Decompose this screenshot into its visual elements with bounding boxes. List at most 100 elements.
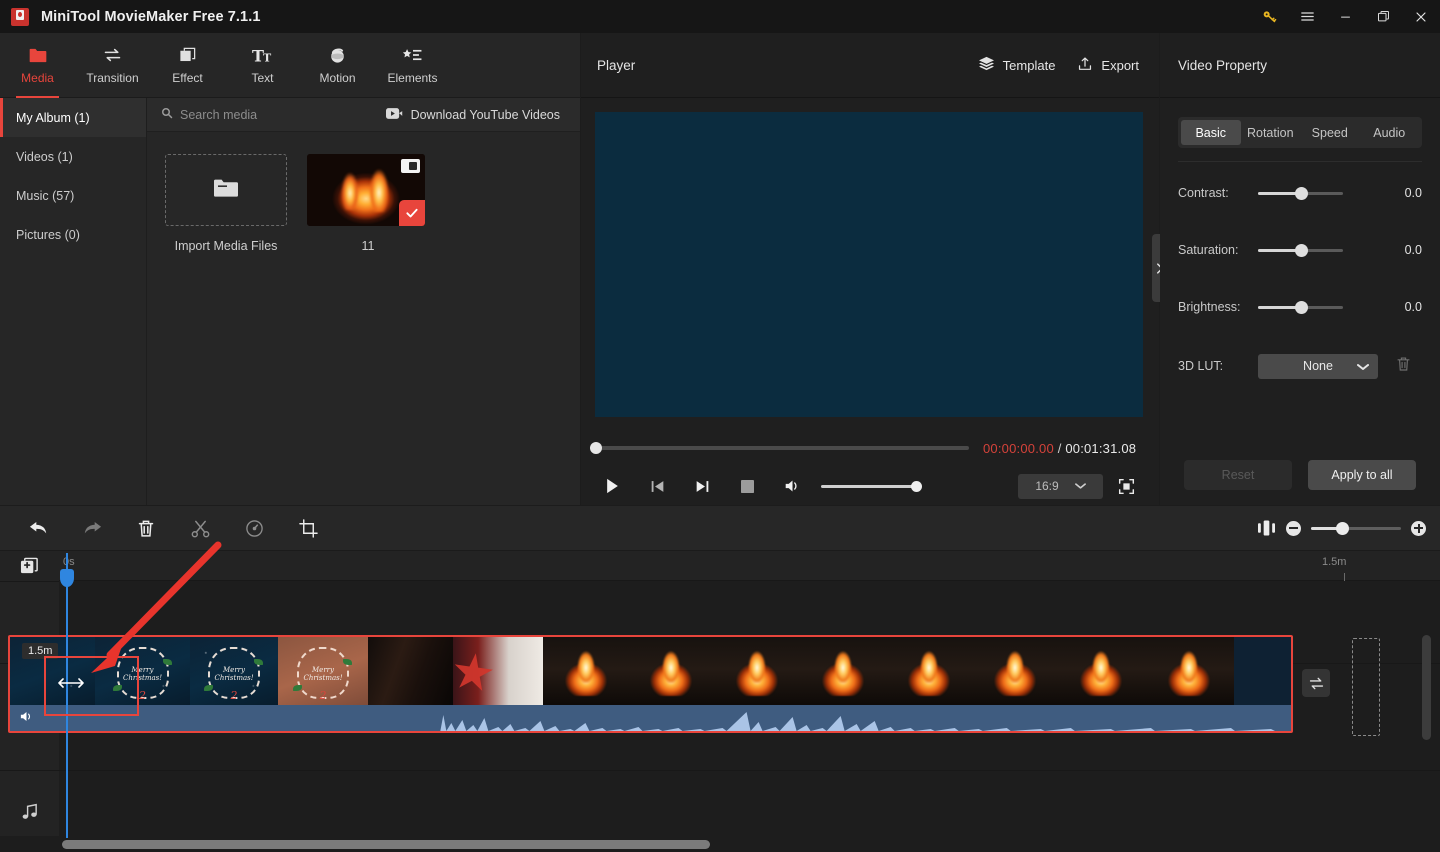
sidebar-item-music[interactable]: Music (57)	[0, 176, 146, 215]
tab-media[interactable]: Media	[0, 33, 75, 98]
zoom-slider-knob[interactable]	[1335, 521, 1349, 535]
lut-row: 3D LUT: None	[1178, 352, 1422, 380]
sidebar-item-pictures[interactable]: Pictures (0)	[0, 215, 146, 254]
playback-progress-knob[interactable]	[590, 442, 602, 454]
maximize-icon[interactable]	[1364, 0, 1402, 33]
ruler-tick-mark	[1344, 573, 1345, 581]
tab-transition[interactable]: Transition	[75, 33, 150, 98]
playhead-handle[interactable]	[60, 569, 74, 587]
zoom-minus-icon[interactable]	[1286, 520, 1301, 536]
tab-rotation[interactable]: Rotation	[1241, 120, 1301, 145]
brightness-slider[interactable]	[1258, 300, 1343, 314]
brightness-value: 0.0	[1404, 300, 1422, 314]
delete-button[interactable]	[122, 506, 170, 551]
tab-effect-label: Effect	[172, 71, 203, 85]
tab-speed[interactable]: Speed	[1300, 120, 1360, 145]
sidebar-item-label: Music (57)	[16, 188, 75, 203]
tab-transition-label: Transition	[86, 71, 139, 85]
timeline-horizontal-scrollbar-thumb[interactable]	[62, 840, 710, 849]
check-icon[interactable]	[399, 200, 425, 226]
download-youtube-label: Download YouTube Videos	[410, 107, 560, 122]
zoom-plus-icon[interactable]	[1411, 520, 1426, 536]
speed-button[interactable]	[230, 506, 278, 551]
minimize-icon[interactable]	[1326, 0, 1364, 33]
clip-thumbnail	[972, 637, 1058, 709]
undo-button[interactable]	[14, 506, 62, 551]
key-icon[interactable]	[1250, 0, 1288, 33]
timeline-zoom-slider[interactable]	[1311, 521, 1401, 535]
contrast-value: 0.0	[1404, 186, 1422, 200]
split-button[interactable]	[176, 506, 224, 551]
app-title: MiniTool MovieMaker Free 7.1.1	[41, 8, 261, 25]
clip-thumbnail: Merry Christmas! 2	[190, 637, 278, 709]
brightness-slider-knob[interactable]	[1294, 300, 1308, 314]
lut-delete-button[interactable]	[1396, 356, 1411, 377]
fullscreen-button[interactable]	[1109, 469, 1143, 503]
saturation-slider[interactable]	[1258, 243, 1343, 257]
lut-select[interactable]: None	[1258, 353, 1378, 379]
player-panel: Player Template Export 00:00:00.00 / 00:…	[581, 33, 1159, 505]
close-icon[interactable]	[1402, 0, 1440, 33]
download-youtube-videos-button[interactable]: Download YouTube Videos	[385, 107, 560, 123]
timeline-ruler[interactable]: 0s 1.5m	[59, 551, 1440, 581]
tab-text-label: Text	[251, 71, 274, 85]
search-icon	[161, 106, 173, 124]
tab-effect[interactable]: Effect	[150, 33, 225, 98]
volume-button[interactable]	[775, 469, 809, 503]
tab-audio[interactable]: Audio	[1360, 120, 1420, 145]
search-input-wrap[interactable]	[161, 106, 360, 124]
volume-slider[interactable]	[821, 480, 922, 492]
aspect-ratio-select[interactable]: 16:9	[1018, 473, 1103, 499]
reset-button[interactable]: Reset	[1184, 460, 1292, 490]
previous-frame-button[interactable]	[640, 469, 674, 503]
tab-motion[interactable]: Motion	[300, 33, 375, 98]
timeline-horizontal-scrollbar-track[interactable]	[0, 836, 1440, 852]
contrast-row: Contrast: 0.0	[1178, 178, 1422, 208]
sidebar-item-label: My Album (1)	[16, 110, 90, 125]
fit-timeline-icon[interactable]	[1246, 506, 1286, 551]
tab-text[interactable]: T T Text	[225, 33, 300, 98]
folder-icon	[28, 45, 48, 65]
next-frame-button[interactable]	[685, 469, 719, 503]
clip-thumbnail	[1144, 637, 1234, 709]
contrast-slider[interactable]	[1258, 186, 1343, 200]
media-item-cell[interactable]: 11	[307, 154, 429, 253]
resource-tab-bar: Media Transition Effect T T Text Motion …	[0, 33, 580, 98]
play-button[interactable]	[595, 469, 629, 503]
empty-drop-zone[interactable]	[1352, 638, 1380, 736]
tab-elements[interactable]: Elements	[375, 33, 450, 98]
volume-knob[interactable]	[911, 480, 922, 492]
import-media-tile[interactable]	[165, 154, 287, 226]
saturation-row: Saturation: 0.0	[1178, 235, 1422, 265]
add-media-icon[interactable]	[0, 551, 59, 582]
timecode-display: 00:00:00.00 / 00:01:31.08	[983, 441, 1136, 456]
playback-progress-slider[interactable]	[590, 442, 969, 454]
redo-button[interactable]	[68, 506, 116, 551]
export-button[interactable]: Export	[1077, 56, 1139, 75]
brightness-label: Brightness:	[1178, 300, 1241, 314]
timeline-vertical-scrollbar[interactable]	[1422, 635, 1431, 740]
swap-clips-button[interactable]	[1302, 669, 1330, 697]
saturation-slider-knob[interactable]	[1294, 243, 1308, 257]
menu-icon[interactable]	[1288, 0, 1326, 33]
reset-label: Reset	[1221, 468, 1255, 482]
lut-label: 3D LUT:	[1178, 359, 1224, 373]
stop-button[interactable]	[730, 469, 764, 503]
sidebar-item-videos[interactable]: Videos (1)	[0, 137, 146, 176]
timeline-panel: 0s 1.5m Merry Christmas! 2 Merry Christmas…	[0, 551, 1440, 852]
contrast-slider-knob[interactable]	[1294, 186, 1308, 200]
tab-basic[interactable]: Basic	[1181, 120, 1241, 145]
import-media-cell[interactable]: Import Media Files	[165, 154, 287, 253]
folder-open-icon	[213, 177, 239, 204]
video-preview-screen[interactable]	[595, 112, 1143, 417]
media-thumbnail[interactable]	[307, 154, 425, 226]
search-input[interactable]	[180, 107, 360, 122]
clip-thumbnail: Merry Christmas! 2	[278, 637, 368, 709]
tab-elements-label: Elements	[387, 71, 438, 85]
timeline-video-clip[interactable]: Merry Christmas! 2 Merry Christmas! 2 Merr…	[8, 635, 1293, 733]
crop-button[interactable]	[284, 506, 332, 551]
template-button[interactable]: Template	[978, 56, 1055, 74]
sidebar-item-my-album[interactable]: My Album (1)	[0, 98, 146, 137]
contrast-label: Contrast:	[1178, 186, 1229, 200]
apply-to-all-button[interactable]: Apply to all	[1308, 460, 1416, 490]
